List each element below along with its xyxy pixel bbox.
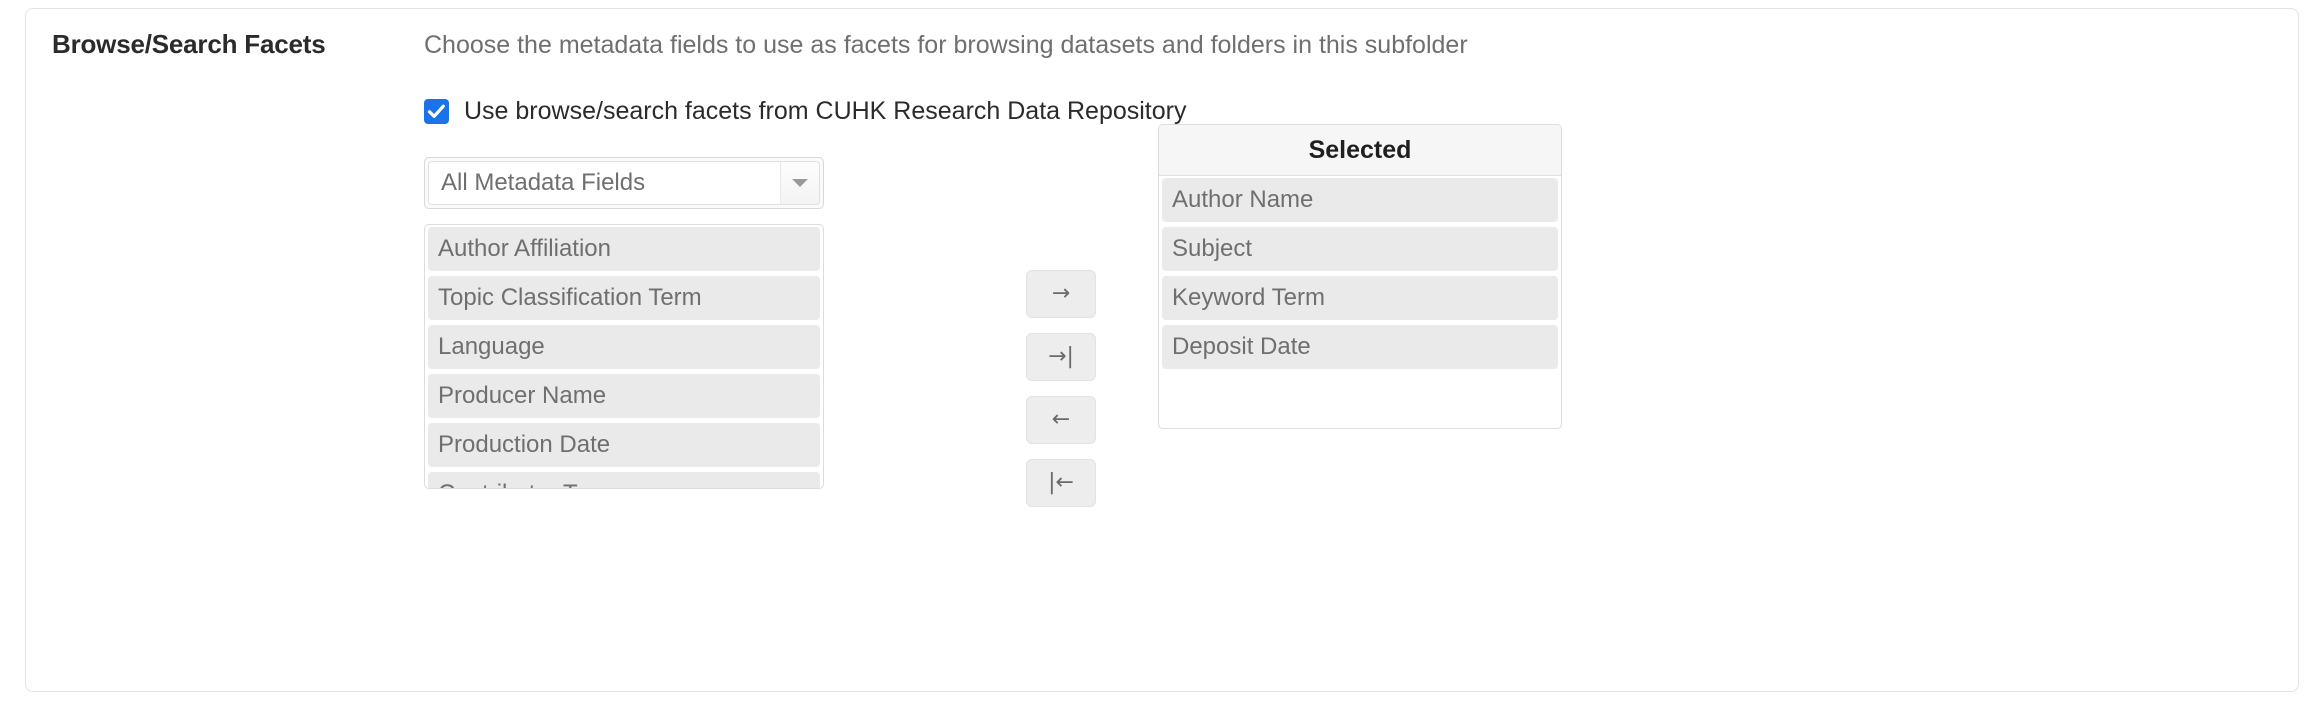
selected-facets-header: Selected <box>1159 125 1561 176</box>
move-all-left-button[interactable]: |← <box>1026 459 1096 507</box>
list-item[interactable]: Language <box>428 325 820 369</box>
list-item[interactable]: Topic Classification Term <box>428 276 820 320</box>
list-item[interactable]: Production Date <box>428 423 820 467</box>
list-item[interactable]: Contributor Type <box>428 472 820 488</box>
selected-facets-list[interactable]: Author Name Subject Keyword Term Deposit… <box>1159 176 1561 369</box>
available-facets-list[interactable]: Author Affiliation Topic Classification … <box>424 224 824 489</box>
inherit-facets-checkbox[interactable] <box>424 99 449 124</box>
metadata-fields-select-arrow[interactable] <box>780 161 820 205</box>
facets-picklist: All Metadata Fields Author Affiliation T… <box>424 124 1744 657</box>
list-item[interactable]: Keyword Term <box>1162 276 1558 320</box>
section-description: Choose the metadata fields to use as fac… <box>424 31 1468 59</box>
list-item[interactable]: Author Affiliation <box>428 227 820 271</box>
list-item[interactable]: Author Name <box>1162 178 1558 222</box>
selected-facets-panel[interactable]: Selected Author Name Subject Keyword Ter… <box>1158 124 1562 429</box>
check-icon <box>427 104 445 118</box>
browse-search-facets-card: Browse/Search Facets Choose the metadata… <box>25 8 2299 692</box>
list-item[interactable]: Subject <box>1162 227 1558 271</box>
metadata-fields-select-value[interactable]: All Metadata Fields <box>428 161 780 205</box>
page-title: Browse/Search Facets <box>52 29 326 59</box>
list-item[interactable]: Producer Name <box>428 374 820 418</box>
metadata-fields-select[interactable]: All Metadata Fields <box>424 157 824 209</box>
inherit-facets-label[interactable]: Use browse/search facets from CUHK Resea… <box>464 97 1187 126</box>
inherit-facets-row[interactable]: Use browse/search facets from CUHK Resea… <box>424 97 1187 126</box>
chevron-down-icon <box>792 179 808 187</box>
move-all-right-button[interactable]: →| <box>1026 333 1096 381</box>
list-item[interactable]: Deposit Date <box>1162 325 1558 369</box>
facets-content-column: Choose the metadata fields to use as fac… <box>424 9 2298 691</box>
move-left-button[interactable]: ← <box>1026 396 1096 444</box>
move-right-button[interactable]: → <box>1026 270 1096 318</box>
transfer-buttons-column: → →| ← |← <box>1026 270 1096 507</box>
